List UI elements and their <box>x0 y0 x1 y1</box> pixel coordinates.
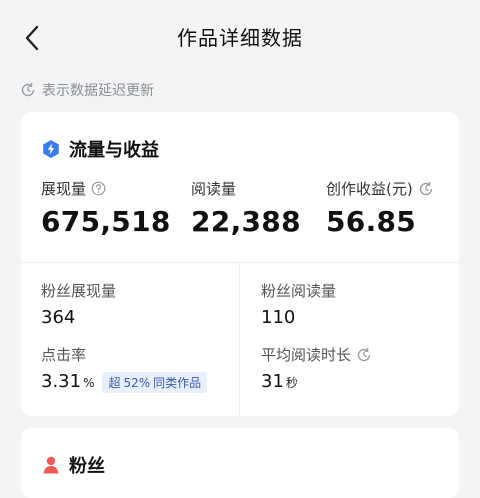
avg-read-time-label: 平均阅读时长 <box>261 346 352 364</box>
divider <box>239 262 240 416</box>
fans-title-text: 粉丝 <box>69 456 105 477</box>
lightning-badge-icon <box>41 139 61 159</box>
badge-suffix: 同类作品 <box>153 376 202 390</box>
reads-metric[interactable]: 阅读量 22,388 <box>191 178 301 238</box>
fan-impressions-label: 粉丝展现量 <box>41 282 117 300</box>
ctr-metric[interactable]: 点击率 3.31 % 超 52% 同类作品 <box>41 344 208 393</box>
earnings-label: 创作收益(元) <box>326 180 413 198</box>
badge-prefix: 超 <box>108 376 121 390</box>
fan-reads-value: 110 <box>261 307 296 328</box>
clock-refresh-icon <box>20 82 36 98</box>
avg-read-time-unit: 秒 <box>285 376 298 390</box>
traffic-title-text: 流量与收益 <box>69 140 159 161</box>
avg-read-time-metric[interactable]: 平均阅读时长 31 秒 <box>261 344 372 392</box>
person-icon <box>41 455 61 475</box>
traffic-section-title: 流量与收益 <box>41 136 159 162</box>
fan-impressions-metric[interactable]: 粉丝展现量 364 <box>41 280 116 328</box>
earnings-value: 56.85 <box>326 205 417 238</box>
fan-reads-label: 粉丝阅读量 <box>261 282 337 300</box>
reads-label: 阅读量 <box>191 180 237 198</box>
impressions-value: 675,518 <box>41 205 171 238</box>
delay-notice-text: 表示数据延迟更新 <box>42 83 154 99</box>
impressions-label: 展现量 <box>41 180 87 198</box>
ctr-unit: % <box>83 376 95 390</box>
ctr-value: 3.31 <box>41 371 82 392</box>
fan-impressions-value: 364 <box>41 307 76 328</box>
top-bar: 作品详细数据 <box>0 0 480 72</box>
ctr-label: 点击率 <box>41 346 87 364</box>
clock-refresh-icon <box>356 347 372 363</box>
traffic-card: 流量与收益 展现量 675,518 阅读量 22,388 创作收益(元) 56.… <box>21 112 459 416</box>
avg-read-time-value: 31 <box>261 371 284 392</box>
fans-section-title: 粉丝 <box>41 452 105 478</box>
reads-value: 22,388 <box>191 205 301 238</box>
fans-card: 粉丝 <box>21 428 459 498</box>
clock-refresh-icon <box>418 181 434 197</box>
badge-value: 52% <box>123 375 151 390</box>
delay-notice: 表示数据延迟更新 <box>20 79 154 101</box>
fan-reads-metric[interactable]: 粉丝阅读量 110 <box>261 280 336 328</box>
divider <box>21 262 459 263</box>
earnings-metric[interactable]: 创作收益(元) 56.85 <box>326 178 434 238</box>
impressions-metric[interactable]: 展现量 675,518 <box>41 178 171 238</box>
question-circle-icon[interactable] <box>91 181 106 196</box>
page-title: 作品详细数据 <box>177 26 303 50</box>
peer-comparison-badge: 超 52% 同类作品 <box>102 372 208 393</box>
